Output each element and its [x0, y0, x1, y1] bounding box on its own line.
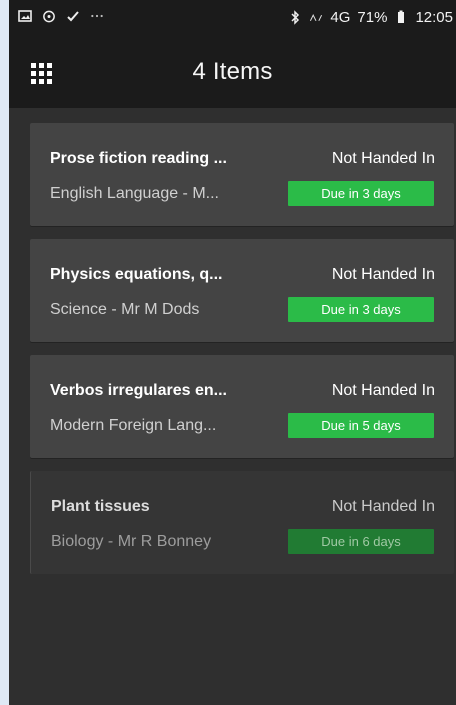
- phone-screen: 4G 71% 12:05 4 Items Prose fiction readi…: [9, 0, 456, 705]
- homework-item-plant-tissues[interactable]: Plant tissues Not Handed In Biology - Mr…: [30, 471, 454, 574]
- check-mark-icon: [66, 9, 80, 23]
- subject-teacher: English Language - M...: [50, 185, 219, 202]
- homework-title: Physics equations, q...: [50, 266, 223, 283]
- status-right-indicators: 4G 71% 12:05: [288, 9, 453, 26]
- bluetooth-icon: [288, 10, 302, 25]
- sync-icon: [42, 9, 56, 23]
- homework-item-physics-equations[interactable]: Physics equations, q... Not Handed In Sc…: [30, 239, 454, 342]
- due-date-badge: Due in 6 days: [288, 529, 434, 554]
- app-header: 4 Items: [9, 40, 456, 108]
- submission-status: Not Handed In: [331, 498, 435, 515]
- due-date-badge: Due in 3 days: [288, 181, 434, 206]
- page-title: 4 Items: [192, 58, 273, 85]
- clock-time: 12:05: [415, 9, 453, 26]
- due-date-badge: Due in 3 days: [288, 297, 434, 322]
- due-date-badge: Due in 5 days: [288, 413, 434, 438]
- homework-title: Plant tissues: [51, 498, 150, 515]
- network-type: 4G: [330, 9, 351, 26]
- subject-teacher: Modern Foreign Lang...: [50, 417, 217, 434]
- homework-list: Prose fiction reading ... Not Handed In …: [30, 123, 454, 587]
- screenshot-frame: 4G 71% 12:05 4 Items Prose fiction readi…: [0, 0, 456, 705]
- battery-percent: 71%: [357, 9, 388, 26]
- submission-status: Not Handed In: [331, 382, 435, 399]
- homework-title: Verbos irregulares en...: [50, 382, 227, 399]
- subject-teacher: Science - Mr M Dods: [50, 301, 200, 318]
- submission-status: Not Handed In: [331, 150, 435, 167]
- more-dots-icon: [90, 9, 104, 23]
- homework-title: Prose fiction reading ...: [50, 150, 227, 167]
- battery-icon: [394, 10, 408, 25]
- submission-status: Not Handed In: [331, 266, 435, 283]
- status-bar: 4G 71% 12:05: [9, 0, 456, 40]
- subject-teacher: Biology - Mr R Bonney: [51, 533, 212, 550]
- signal-icon: [309, 11, 323, 25]
- status-left-icons: [18, 9, 104, 23]
- photo-icon: [18, 9, 32, 23]
- homework-item-verbos-irregulares[interactable]: Verbos irregulares en... Not Handed In M…: [30, 355, 454, 458]
- homework-item-prose-fiction[interactable]: Prose fiction reading ... Not Handed In …: [30, 123, 454, 226]
